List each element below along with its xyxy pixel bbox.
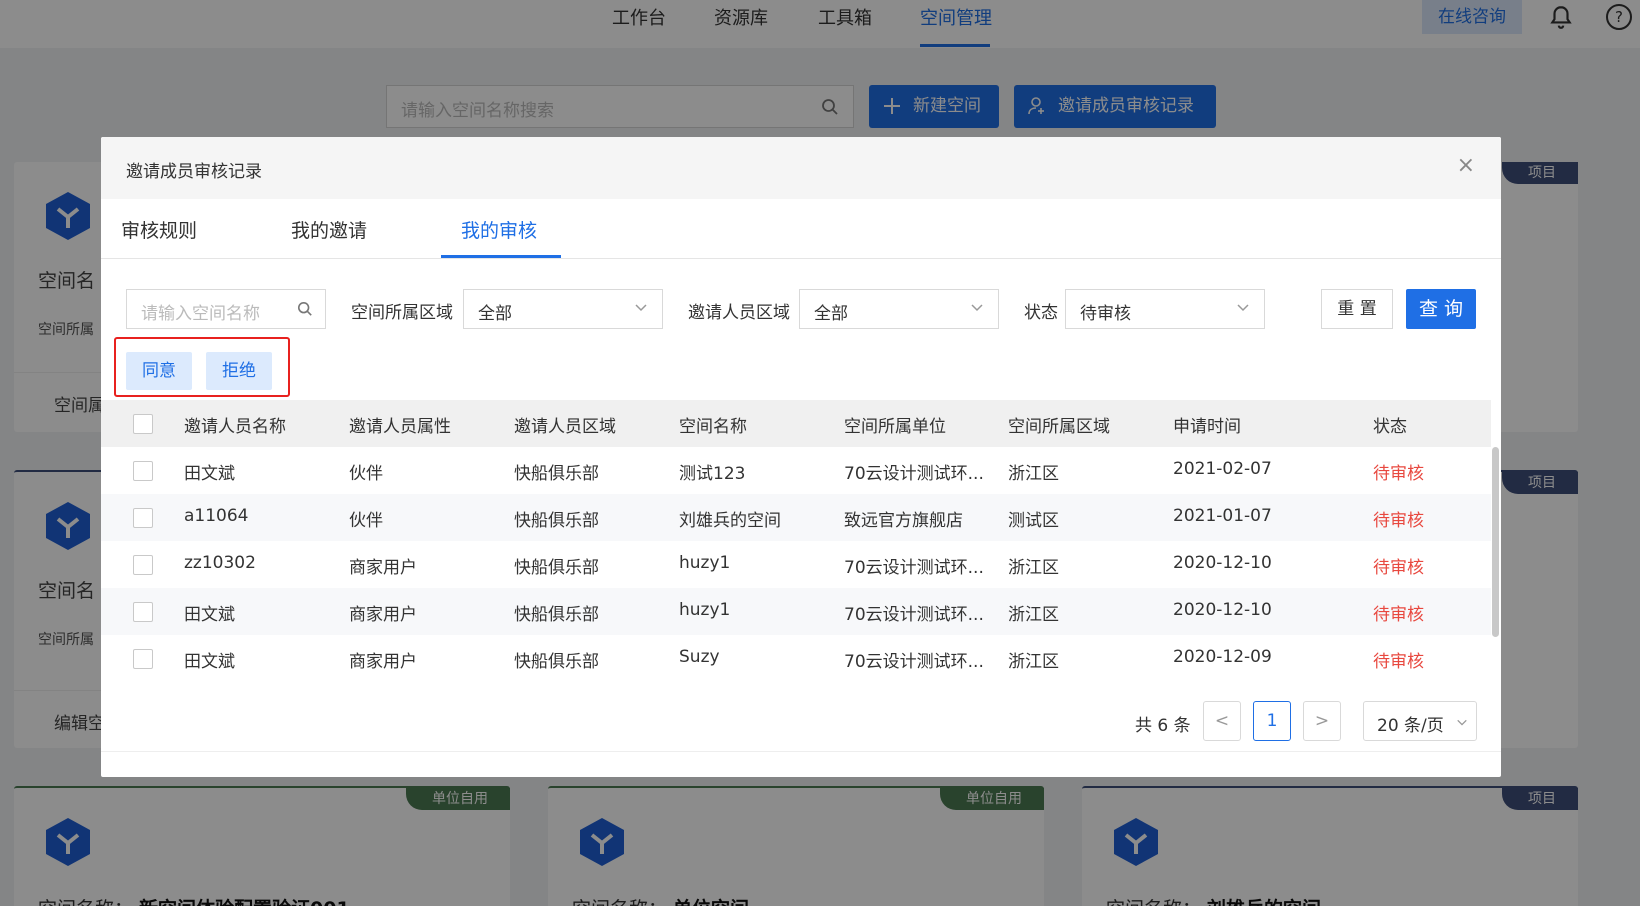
table-cell: 快船俱乐部 — [514, 464, 599, 484]
chevron-down-icon — [971, 304, 983, 312]
tab-my-invitations[interactable]: 我的邀请 — [291, 216, 367, 243]
row-checkbox[interactable] — [133, 461, 153, 481]
column-header: 空间所属单位 — [844, 417, 946, 437]
table-cell: 浙江区 — [1008, 558, 1059, 578]
query-button[interactable]: 查 询 — [1406, 289, 1476, 329]
page-size-select[interactable]: 20 条/页 — [1363, 701, 1477, 741]
table-cell: 70云设计测试环... — [844, 464, 984, 484]
space-name-filter-input[interactable]: 请输入空间名称 — [126, 289, 326, 329]
inviter-region-label: 邀请人员区域 — [688, 303, 790, 323]
table-cell: 快船俱乐部 — [514, 652, 599, 672]
tab-active-indicator — [441, 255, 561, 258]
table-cell: Suzy — [679, 647, 720, 667]
table-cell: 快船俱乐部 — [514, 558, 599, 578]
space-region-label: 空间所属区域 — [351, 303, 453, 323]
table-cell: 测试123 — [679, 464, 746, 484]
row-checkbox[interactable] — [133, 649, 153, 669]
table-cell: a11064 — [184, 506, 249, 526]
table-cell: 伙伴 — [349, 511, 383, 531]
table-row[interactable]: 田文斌 商家用户 快船俱乐部 huzy1 70云设计测试环... 浙江区 202… — [101, 588, 1491, 635]
column-header: 空间所属区域 — [1008, 417, 1110, 437]
next-page-button[interactable]: > — [1303, 701, 1341, 741]
table-cell: 浙江区 — [1008, 652, 1059, 672]
table-row[interactable]: 田文斌 商家用户 快船俱乐部 Suzy 70云设计测试环... 浙江区 2020… — [101, 635, 1491, 682]
table-cell: 2020-12-09 — [1173, 647, 1272, 667]
modal-tabs: 审核规则 我的邀请 我的审核 — [101, 199, 1501, 259]
table-cell: 伙伴 — [349, 464, 383, 484]
table-cell: 2021-01-07 — [1173, 506, 1272, 526]
chevron-down-icon — [1237, 304, 1249, 312]
status-filter-value: 待审核 — [1080, 304, 1131, 324]
column-header: 申请时间 — [1173, 417, 1241, 437]
status-badge: 待审核 — [1373, 605, 1424, 625]
table-cell: 测试区 — [1008, 511, 1059, 531]
table-cell: 商家用户 — [349, 558, 417, 578]
status-filter-label: 状态 — [1024, 303, 1058, 323]
table-cell: 刘雄兵的空间 — [679, 511, 781, 531]
reset-button[interactable]: 重 置 — [1321, 289, 1393, 329]
status-badge: 待审核 — [1373, 558, 1424, 578]
status-badge: 待审核 — [1373, 464, 1424, 484]
table-cell: 70云设计测试环... — [844, 558, 984, 578]
table-cell: 快船俱乐部 — [514, 605, 599, 625]
table-cell: 商家用户 — [349, 652, 417, 672]
search-icon[interactable] — [297, 301, 313, 317]
row-checkbox[interactable] — [133, 602, 153, 622]
inviter-region-select[interactable]: 全部 — [799, 289, 999, 329]
pagination-total: 共 6 条 — [1135, 716, 1191, 736]
table-cell: 致远官方旗舰店 — [844, 511, 963, 531]
table-cell: 70云设计测试环... — [844, 605, 984, 625]
chevron-down-icon — [1457, 719, 1467, 726]
column-header: 邀请人员区域 — [514, 417, 616, 437]
table-scrollbar[interactable] — [1492, 447, 1499, 637]
table-cell: 快船俱乐部 — [514, 511, 599, 531]
table-cell: 2020-12-10 — [1173, 553, 1272, 573]
table-cell: 田文斌 — [184, 605, 235, 625]
column-header: 状态 — [1373, 417, 1407, 437]
reject-button[interactable]: 拒绝 — [206, 352, 272, 390]
table-cell: 田文斌 — [184, 464, 235, 484]
table-cell: 田文斌 — [184, 652, 235, 672]
table-cell: zz10302 — [184, 553, 256, 573]
space-name-filter-placeholder: 请输入空间名称 — [141, 304, 260, 324]
modal-footer-divider — [101, 751, 1501, 752]
table-cell: 2020-12-10 — [1173, 600, 1272, 620]
table-cell: 商家用户 — [349, 605, 417, 625]
invite-records-modal: 邀请成员审核记录 × 审核规则 我的邀请 我的审核 请输入空间名称 空间所属区域… — [101, 137, 1501, 777]
modal-header: 邀请成员审核记录 × — [101, 137, 1501, 199]
table-header-row: 邀请人员名称 邀请人员属性 邀请人员区域 空间名称 空间所属单位 空间所属区域 … — [101, 400, 1491, 447]
space-region-select[interactable]: 全部 — [463, 289, 663, 329]
row-checkbox[interactable] — [133, 555, 153, 575]
table-cell: 浙江区 — [1008, 605, 1059, 625]
status-badge: 待审核 — [1373, 511, 1424, 531]
agree-button[interactable]: 同意 — [126, 352, 192, 390]
status-filter-select[interactable]: 待审核 — [1065, 289, 1265, 329]
space-region-value: 全部 — [478, 304, 512, 324]
chevron-down-icon — [635, 304, 647, 312]
status-badge: 待审核 — [1373, 652, 1424, 672]
modal-title: 邀请成员审核记录 — [126, 162, 262, 182]
table-cell: 2021-02-07 — [1173, 459, 1272, 479]
column-header: 空间名称 — [679, 417, 747, 437]
page-number-button[interactable]: 1 — [1253, 701, 1291, 741]
table-cell: huzy1 — [679, 600, 731, 620]
page-size-value: 20 条/页 — [1377, 716, 1444, 736]
table-row[interactable]: zz10302 商家用户 快船俱乐部 huzy1 70云设计测试环... 浙江区… — [101, 541, 1491, 588]
tab-review-rules[interactable]: 审核规则 — [121, 216, 197, 243]
select-all-checkbox[interactable] — [133, 414, 153, 434]
table-row[interactable]: a11064 伙伴 快船俱乐部 刘雄兵的空间 致远官方旗舰店 测试区 2021-… — [101, 494, 1491, 541]
row-checkbox[interactable] — [133, 508, 153, 528]
prev-page-button[interactable]: < — [1203, 701, 1241, 741]
table-cell: 浙江区 — [1008, 464, 1059, 484]
tab-my-reviews[interactable]: 我的审核 — [461, 216, 537, 243]
column-header: 邀请人员名称 — [184, 417, 286, 437]
table-cell: huzy1 — [679, 553, 731, 573]
table-row[interactable]: 田文斌 伙伴 快船俱乐部 测试123 70云设计测试环... 浙江区 2021-… — [101, 447, 1491, 494]
close-icon[interactable]: × — [1457, 153, 1475, 178]
column-header: 邀请人员属性 — [349, 417, 451, 437]
table-cell: 70云设计测试环... — [844, 652, 984, 672]
inviter-region-value: 全部 — [814, 304, 848, 324]
